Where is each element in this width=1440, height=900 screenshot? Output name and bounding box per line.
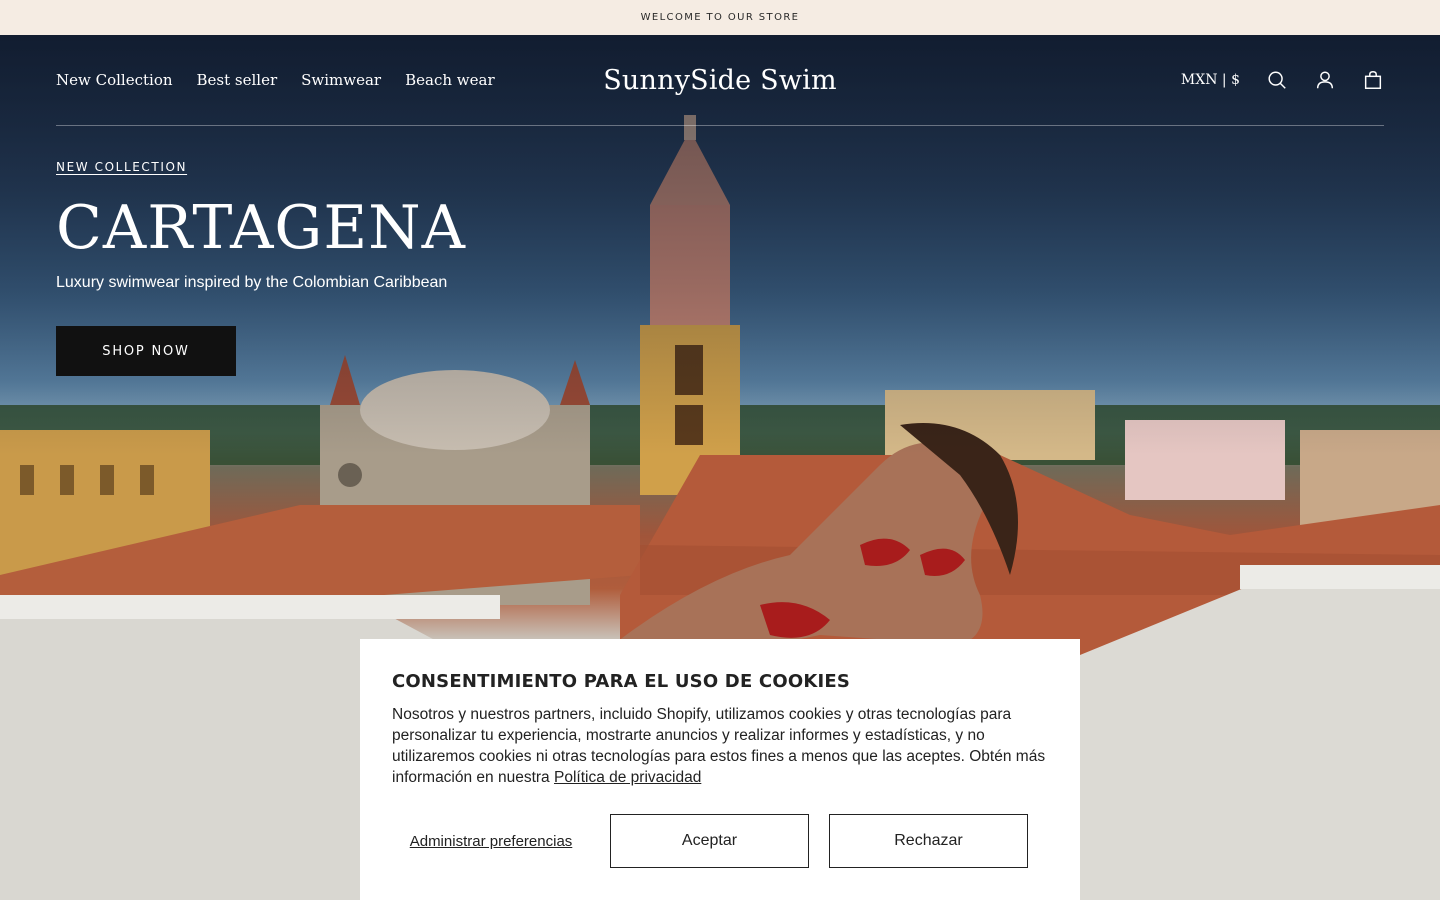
- nav-best-seller[interactable]: Best seller: [197, 71, 278, 89]
- shop-now-button[interactable]: SHOP NOW: [56, 326, 236, 376]
- privacy-policy-link[interactable]: Política de privacidad: [554, 769, 701, 786]
- hero-eyebrow-link[interactable]: NEW COLLECTION: [56, 160, 187, 174]
- cookie-consent-dialog: CONSENTIMIENTO PARA EL USO DE COOKIES No…: [360, 639, 1080, 900]
- nav-new-collection[interactable]: New Collection: [56, 71, 173, 89]
- reject-button[interactable]: Rechazar: [829, 814, 1028, 868]
- currency-selector[interactable]: MXN | $: [1181, 72, 1240, 88]
- manage-preferences-link[interactable]: Administrar preferencias: [392, 832, 590, 851]
- hero-subtitle: Luxury swimwear inspired by the Colombia…: [56, 274, 448, 291]
- search-icon[interactable]: [1266, 69, 1288, 91]
- accept-button[interactable]: Aceptar: [610, 814, 809, 868]
- site-header: New Collection Best seller Swimwear Beac…: [56, 35, 1384, 126]
- account-icon[interactable]: [1314, 69, 1336, 91]
- header-actions: MXN | $: [1181, 69, 1384, 91]
- cookie-body: Nosotros y nuestros partners, incluido S…: [392, 704, 1048, 788]
- cart-icon[interactable]: [1362, 69, 1384, 91]
- hero-content: NEW COLLECTION CARTAGENA Luxury swimwear…: [56, 158, 466, 376]
- nav-swimwear[interactable]: Swimwear: [301, 71, 381, 89]
- site-logo[interactable]: SunnySide Swim: [603, 65, 837, 96]
- main-nav: New Collection Best seller Swimwear Beac…: [56, 71, 495, 89]
- hero-title: CARTAGENA: [56, 193, 466, 263]
- cookie-title: CONSENTIMIENTO PARA EL USO DE COOKIES: [392, 671, 851, 692]
- announcement-bar: WELCOME TO OUR STORE: [0, 0, 1440, 35]
- cookie-actions: Administrar preferencias Aceptar Rechaza…: [392, 814, 1048, 868]
- nav-beach-wear[interactable]: Beach wear: [405, 71, 495, 89]
- announcement-text: WELCOME TO OUR STORE: [640, 12, 800, 23]
- cookie-body-text: Nosotros y nuestros partners, incluido S…: [392, 706, 1046, 786]
